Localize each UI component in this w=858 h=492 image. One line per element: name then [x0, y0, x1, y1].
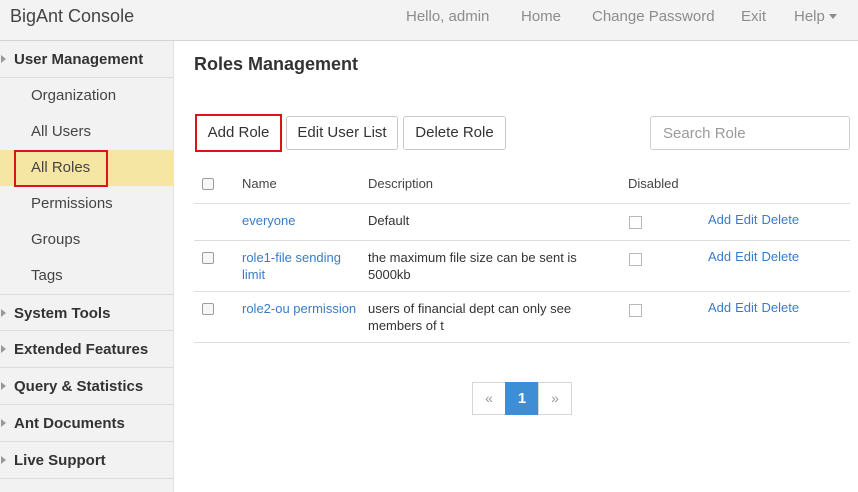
role-description: Default — [368, 213, 410, 228]
row-select-checkbox[interactable] — [202, 252, 214, 264]
help-dropdown[interactable]: Help — [794, 0, 837, 40]
sidebar-item-all-users[interactable]: All Users — [0, 114, 174, 150]
disabled-checkbox[interactable] — [629, 304, 642, 317]
edit-link[interactable]: Edit — [735, 249, 757, 264]
caret-right-icon — [1, 345, 6, 353]
sidebar-section-label: System Tools — [14, 305, 111, 322]
delete-link[interactable]: Delete — [762, 249, 800, 264]
sidebar-item-label: Permissions — [31, 195, 113, 212]
sidebar-item-all-roles[interactable]: All Roles — [0, 150, 174, 187]
caret-down-icon — [828, 13, 837, 19]
sidebar-item-tags[interactable]: Tags — [0, 258, 174, 294]
role-name-link[interactable]: role1-file sending limit — [242, 249, 357, 283]
greeting-link[interactable]: Hello, admin — [406, 0, 489, 40]
row-select-checkbox[interactable] — [202, 303, 214, 315]
sidebar-item-label: Organization — [31, 87, 117, 104]
sidebar: User Management Organization All Users A… — [0, 41, 174, 492]
page-title: Roles Management — [194, 54, 359, 74]
top-navbar: BigAnt Console Hello, admin Home Change … — [0, 0, 858, 41]
role-description: the maximum file size can be sent is 500… — [368, 250, 577, 282]
edit-user-list-button[interactable]: Edit User List — [286, 116, 398, 150]
sidebar-section-query-statistics[interactable]: Query & Statistics — [0, 368, 174, 405]
column-header-description: Description — [368, 176, 434, 191]
change-password-link[interactable]: Change Password — [592, 0, 715, 40]
exit-link[interactable]: Exit — [741, 0, 766, 40]
column-header-name: Name — [242, 176, 277, 191]
caret-right-icon — [1, 382, 6, 390]
sidebar-item-permissions[interactable]: Permissions — [0, 186, 174, 222]
pagination-next-button[interactable]: » — [538, 382, 572, 415]
select-all-checkbox[interactable] — [202, 178, 214, 190]
delete-role-button[interactable]: Delete Role — [403, 116, 506, 150]
sidebar-section-live-support[interactable]: Live Support — [0, 442, 174, 479]
add-role-button[interactable]: Add Role — [195, 114, 282, 152]
caret-right-icon — [1, 456, 6, 464]
caret-right-icon — [1, 309, 6, 317]
row-actions: Add Edit Delete — [708, 300, 803, 315]
delete-link[interactable]: Delete — [762, 212, 800, 227]
sidebar-item-label: All Users — [31, 123, 92, 140]
role-name-link[interactable]: everyone — [242, 212, 357, 229]
pagination-page-1[interactable]: 1 — [505, 382, 539, 415]
sidebar-item-label: Groups — [31, 231, 81, 248]
caret-right-icon — [1, 55, 6, 63]
delete-link[interactable]: Delete — [762, 300, 800, 315]
edit-link[interactable]: Edit — [735, 300, 757, 315]
sidebar-item-organization[interactable]: Organization — [0, 78, 174, 114]
sidebar-section-extended-features[interactable]: Extended Features — [0, 331, 174, 368]
add-link[interactable]: Add — [708, 212, 731, 227]
sidebar-section-user-management[interactable]: User Management — [0, 41, 174, 78]
table-divider — [194, 203, 850, 204]
table-divider — [194, 342, 850, 343]
caret-right-icon — [1, 419, 6, 427]
table-divider — [194, 240, 850, 241]
sidebar-section-label: Query & Statistics — [14, 378, 144, 395]
row-actions: Add Edit Delete — [708, 249, 803, 264]
add-link[interactable]: Add — [708, 249, 731, 264]
row-actions: Add Edit Delete — [708, 212, 803, 227]
sidebar-item-groups[interactable]: Groups — [0, 222, 174, 258]
column-header-disabled: Disabled — [628, 176, 679, 191]
sidebar-section-label: Live Support — [14, 452, 106, 469]
home-link[interactable]: Home — [521, 0, 561, 40]
table-divider — [194, 291, 850, 292]
sidebar-section-ant-documents[interactable]: Ant Documents — [0, 405, 174, 442]
sidebar-section-system-tools[interactable]: System Tools — [0, 294, 174, 331]
disabled-checkbox[interactable] — [629, 253, 642, 266]
highlight-box — [14, 150, 108, 187]
role-description: users of financial dept can only see mem… — [368, 301, 572, 333]
help-label: Help — [794, 8, 825, 25]
sidebar-item-label: Tags — [31, 267, 63, 284]
sidebar-section-label: Ant Documents — [14, 415, 125, 432]
role-name-link[interactable]: role2-ou permission — [242, 300, 357, 317]
brand-title[interactable]: BigAnt Console — [10, 0, 134, 40]
pagination-prev-button[interactable]: « — [472, 382, 506, 415]
sidebar-section-label: User Management — [14, 51, 144, 68]
disabled-checkbox[interactable] — [629, 216, 642, 229]
search-role-input[interactable] — [650, 116, 850, 150]
sidebar-section-label: Extended Features — [14, 341, 149, 358]
edit-link[interactable]: Edit — [735, 212, 757, 227]
add-link[interactable]: Add — [708, 300, 731, 315]
